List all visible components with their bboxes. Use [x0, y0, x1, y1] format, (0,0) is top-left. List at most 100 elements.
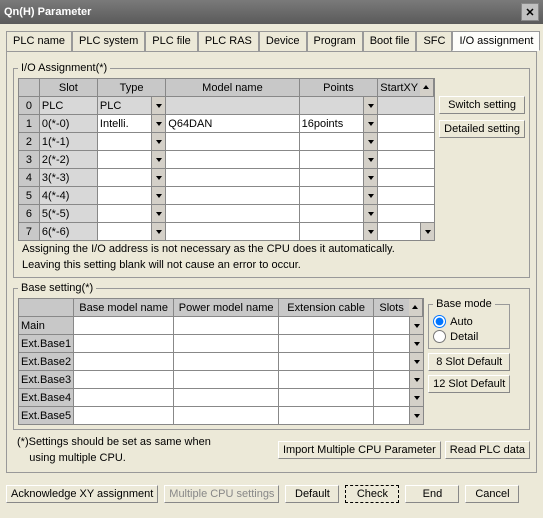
scroll-down-icon[interactable]	[420, 223, 434, 240]
base-slots[interactable]	[374, 353, 409, 370]
base-slots[interactable]	[374, 371, 409, 388]
default-button[interactable]: Default	[285, 485, 339, 503]
tab-sfc[interactable]: SFC	[416, 31, 452, 51]
cancel-button[interactable]: Cancel	[465, 485, 519, 503]
tab-plc-ras[interactable]: PLC RAS	[198, 31, 259, 51]
io-points[interactable]	[300, 205, 364, 222]
base-model[interactable]	[74, 407, 173, 424]
io-startxy[interactable]	[378, 223, 420, 240]
chevron-down-icon[interactable]	[151, 223, 165, 240]
chevron-down-icon[interactable]	[409, 317, 423, 334]
chevron-down-icon[interactable]	[409, 353, 423, 370]
io-points[interactable]	[300, 97, 364, 114]
ext-cable[interactable]	[279, 353, 373, 370]
io-type[interactable]	[98, 205, 151, 222]
chevron-down-icon[interactable]	[363, 115, 377, 132]
ext-cable[interactable]	[279, 407, 373, 424]
base-model[interactable]	[74, 317, 173, 334]
ext-cable[interactable]	[279, 371, 373, 388]
io-startxy[interactable]	[378, 133, 434, 150]
io-startxy[interactable]	[378, 151, 434, 168]
switch-setting-button[interactable]: Switch setting	[439, 96, 525, 114]
read-plc-data-button[interactable]: Read PLC data	[445, 441, 530, 459]
tab-io-assignment[interactable]: I/O assignment	[452, 31, 540, 51]
ext-cable[interactable]	[279, 389, 373, 406]
base-model[interactable]	[74, 335, 173, 352]
io-model[interactable]	[166, 97, 298, 114]
tab-device[interactable]: Device	[259, 31, 307, 51]
io-points[interactable]	[300, 133, 364, 150]
io-startxy[interactable]	[378, 169, 434, 186]
end-button[interactable]: End	[405, 485, 459, 503]
io-points[interactable]	[300, 187, 364, 204]
base-slots[interactable]	[374, 407, 409, 424]
io-model[interactable]	[166, 205, 298, 222]
io-model[interactable]	[166, 133, 298, 150]
io-points[interactable]	[300, 169, 364, 186]
base-model[interactable]	[74, 353, 173, 370]
io-points[interactable]: 16points	[300, 115, 364, 132]
io-type[interactable]	[98, 133, 151, 150]
io-model[interactable]	[166, 187, 298, 204]
ext-cable[interactable]	[279, 335, 373, 352]
base-slots[interactable]	[374, 317, 409, 334]
import-cpu-param-button[interactable]: Import Multiple CPU Parameter	[278, 441, 441, 459]
power-model[interactable]	[174, 389, 278, 406]
close-icon[interactable]: ✕	[521, 3, 539, 21]
12-slot-default-button[interactable]: 12 Slot Default	[428, 375, 510, 393]
chevron-down-icon[interactable]	[363, 205, 377, 222]
io-type[interactable]	[98, 187, 151, 204]
io-type[interactable]	[98, 223, 151, 240]
chevron-down-icon[interactable]	[151, 115, 165, 132]
ext-cable[interactable]	[279, 317, 373, 334]
io-startxy[interactable]	[378, 187, 434, 204]
io-model[interactable]: Q64DAN	[166, 115, 298, 132]
chevron-down-icon[interactable]	[151, 133, 165, 150]
io-startxy[interactable]	[378, 205, 434, 222]
io-startxy[interactable]	[378, 97, 434, 114]
io-type[interactable]: Intelli.	[98, 115, 151, 132]
io-points[interactable]	[300, 223, 364, 240]
chevron-down-icon[interactable]	[363, 151, 377, 168]
power-model[interactable]	[174, 371, 278, 388]
chevron-down-icon[interactable]	[151, 151, 165, 168]
chevron-down-icon[interactable]	[151, 187, 165, 204]
chevron-down-icon[interactable]	[409, 335, 423, 352]
io-type[interactable]: PLC	[98, 97, 151, 114]
scroll-up-icon[interactable]	[409, 299, 423, 316]
chevron-down-icon[interactable]	[363, 187, 377, 204]
power-model[interactable]	[174, 335, 278, 352]
chevron-down-icon[interactable]	[151, 205, 165, 222]
base-mode-auto[interactable]: Auto	[433, 314, 505, 329]
io-model[interactable]	[166, 169, 298, 186]
tab-program[interactable]: Program	[307, 31, 363, 51]
base-mode-detail[interactable]: Detail	[433, 329, 505, 344]
io-points[interactable]	[300, 151, 364, 168]
chevron-down-icon[interactable]	[151, 97, 165, 114]
io-model[interactable]	[166, 151, 298, 168]
chevron-down-icon[interactable]	[363, 133, 377, 150]
scroll-down-icon[interactable]	[409, 407, 423, 424]
base-slots[interactable]	[374, 389, 409, 406]
chevron-down-icon[interactable]	[363, 223, 377, 240]
ack-xy-button[interactable]: Acknowledge XY assignment	[6, 485, 158, 503]
power-model[interactable]	[174, 353, 278, 370]
chevron-down-icon[interactable]	[151, 169, 165, 186]
tab-plc-file[interactable]: PLC file	[145, 31, 198, 51]
io-type[interactable]	[98, 151, 151, 168]
base-model[interactable]	[74, 389, 173, 406]
tab-plc-system[interactable]: PLC system	[72, 31, 145, 51]
check-button[interactable]: Check	[345, 485, 399, 503]
tab-boot-file[interactable]: Boot file	[363, 31, 417, 51]
io-model[interactable]	[166, 223, 298, 240]
power-model[interactable]	[174, 407, 278, 424]
chevron-down-icon[interactable]	[363, 169, 377, 186]
8-slot-default-button[interactable]: 8 Slot Default	[428, 353, 510, 371]
chevron-down-icon[interactable]	[363, 97, 377, 114]
io-type[interactable]	[98, 169, 151, 186]
io-startxy[interactable]	[378, 115, 434, 132]
chevron-down-icon[interactable]	[409, 389, 423, 406]
tab-plc-name[interactable]: PLC name	[6, 31, 72, 51]
power-model[interactable]	[174, 317, 278, 334]
detailed-setting-button[interactable]: Detailed setting	[439, 120, 525, 138]
